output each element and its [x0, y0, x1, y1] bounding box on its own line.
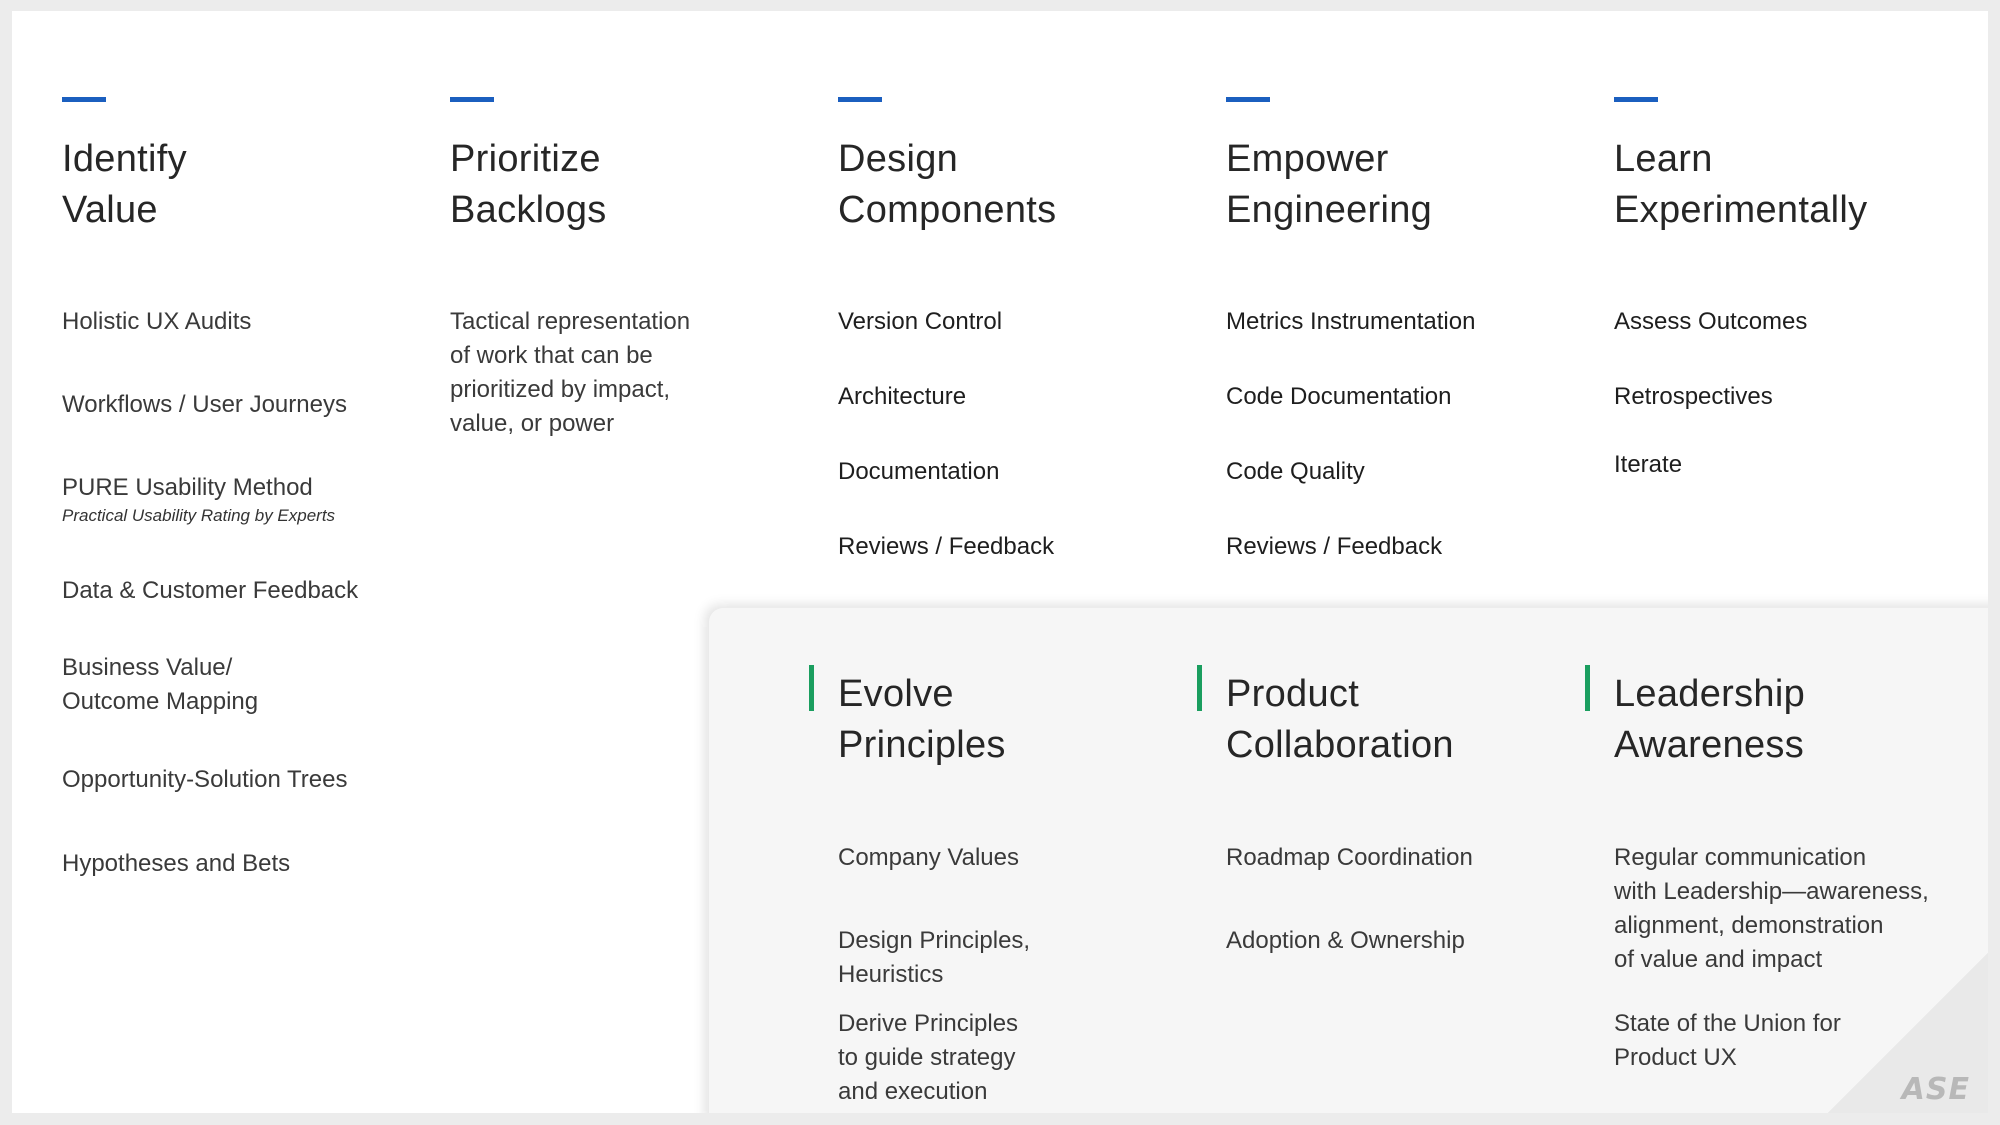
- list-item: Derive Principles to guide strategy and …: [838, 1007, 1018, 1109]
- list-item-line: Regular communication: [1614, 844, 1867, 871]
- title-line: Identify: [62, 138, 187, 180]
- title-line: Learn: [1614, 138, 1713, 180]
- description-line: prioritized by impact,: [450, 376, 671, 403]
- list-item: State of the Union for Product UX: [1614, 1007, 1841, 1075]
- list-item: Hypotheses and Bets: [62, 850, 291, 877]
- column-title-empower-engineering: Empower Engineering: [1226, 134, 1432, 236]
- description-line: Tactical representation: [450, 308, 691, 335]
- accent-bar-vertical: [809, 665, 814, 711]
- list-item-line: Design Principles,: [838, 927, 1031, 954]
- list-item-pure: PURE Usability Method Practical Usabilit…: [62, 471, 335, 527]
- list-item-line: Derive Principles: [838, 1010, 1019, 1037]
- list-item: Business Value/ Outcome Mapping: [62, 651, 258, 719]
- accent-bar: [450, 97, 494, 102]
- title-line: Backlogs: [450, 189, 607, 231]
- list-item-subtitle: Practical Usability Rating by Experts: [62, 506, 336, 525]
- title-line: Engineering: [1226, 189, 1433, 231]
- list-item: Documentation: [838, 458, 1000, 485]
- title-line: Collaboration: [1226, 724, 1454, 766]
- list-item-label: PURE Usability Method: [62, 474, 313, 501]
- list-item: Iterate: [1614, 451, 1683, 478]
- title-line: Empower: [1226, 138, 1389, 180]
- list-item: Design Principles, Heuristics: [838, 924, 1030, 992]
- list-item: Workflows / User Journeys: [62, 391, 347, 418]
- list-item-line: State of the Union for: [1614, 1010, 1841, 1037]
- list-item: Metrics Instrumentation: [1226, 308, 1476, 335]
- accent-bar: [1614, 97, 1658, 102]
- list-item-line: Heuristics: [838, 961, 944, 988]
- title-line: Awareness: [1614, 724, 1804, 766]
- column-title-evolve-principles: Evolve Principles: [838, 669, 1006, 771]
- title-line: Value: [62, 189, 158, 231]
- column-title-leadership-awareness: Leadership Awareness: [1614, 669, 1805, 771]
- list-item-line: Outcome Mapping: [62, 688, 259, 715]
- title-line: Components: [838, 189, 1057, 231]
- list-item: Data & Customer Feedback: [62, 577, 359, 604]
- column-title-prioritize-backlogs: Prioritize Backlogs: [450, 134, 607, 236]
- list-item-line: with Leadership—awareness,: [1614, 878, 1929, 905]
- list-item: Company Values: [838, 844, 1019, 871]
- accent-bar: [838, 97, 882, 102]
- list-item: Roadmap Coordination: [1226, 844, 1473, 871]
- list-item: Retrospectives: [1614, 383, 1773, 410]
- accent-bar-vertical: [1197, 665, 1202, 711]
- column-title-design-components: Design Components: [838, 134, 1056, 236]
- column-title-product-collaboration: Product Collaboration: [1226, 669, 1454, 771]
- ase-logo: ASE: [1901, 1072, 1970, 1107]
- column-title-learn-experimentally: Learn Experimentally: [1614, 134, 1867, 236]
- title-line: Principles: [838, 724, 1006, 766]
- list-item: Reviews / Feedback: [1226, 533, 1443, 560]
- accent-bar: [1226, 97, 1270, 102]
- list-item: Version Control: [838, 308, 1003, 335]
- description-line: value, or power: [450, 410, 615, 437]
- list-item-line: Product UX: [1614, 1044, 1737, 1071]
- list-item-line: and execution: [838, 1078, 988, 1105]
- column-title-identify-value: Identify Value: [62, 134, 187, 236]
- accent-bar-vertical: [1585, 665, 1590, 711]
- list-item: Reviews / Feedback: [838, 533, 1055, 560]
- title-line: Evolve: [838, 673, 954, 715]
- list-item: Architecture: [838, 383, 967, 410]
- list-item: Holistic UX Audits: [62, 308, 252, 335]
- list-item-line: to guide strategy: [838, 1044, 1016, 1071]
- accent-bar: [62, 97, 106, 102]
- list-item: Adoption & Ownership: [1226, 927, 1465, 954]
- list-item: Opportunity-Solution Trees: [62, 766, 348, 793]
- list-item-line: alignment, demonstration: [1614, 912, 1884, 939]
- list-item-line: Business Value/: [62, 654, 233, 681]
- title-line: Design: [838, 138, 959, 180]
- list-item: Code Quality: [1226, 458, 1365, 485]
- title-line: Leadership: [1614, 673, 1806, 715]
- title-line: Experimentally: [1614, 189, 1868, 231]
- description: Tactical representation of work that can…: [450, 305, 690, 441]
- title-line: Product: [1226, 673, 1360, 715]
- slide: Identify Value Holistic UX Audits Workfl…: [12, 11, 1988, 1113]
- description-line: of work that can be: [450, 342, 653, 369]
- title-line: Prioritize: [450, 138, 601, 180]
- list-item: Assess Outcomes: [1614, 308, 1808, 335]
- list-item: Code Documentation: [1226, 383, 1452, 410]
